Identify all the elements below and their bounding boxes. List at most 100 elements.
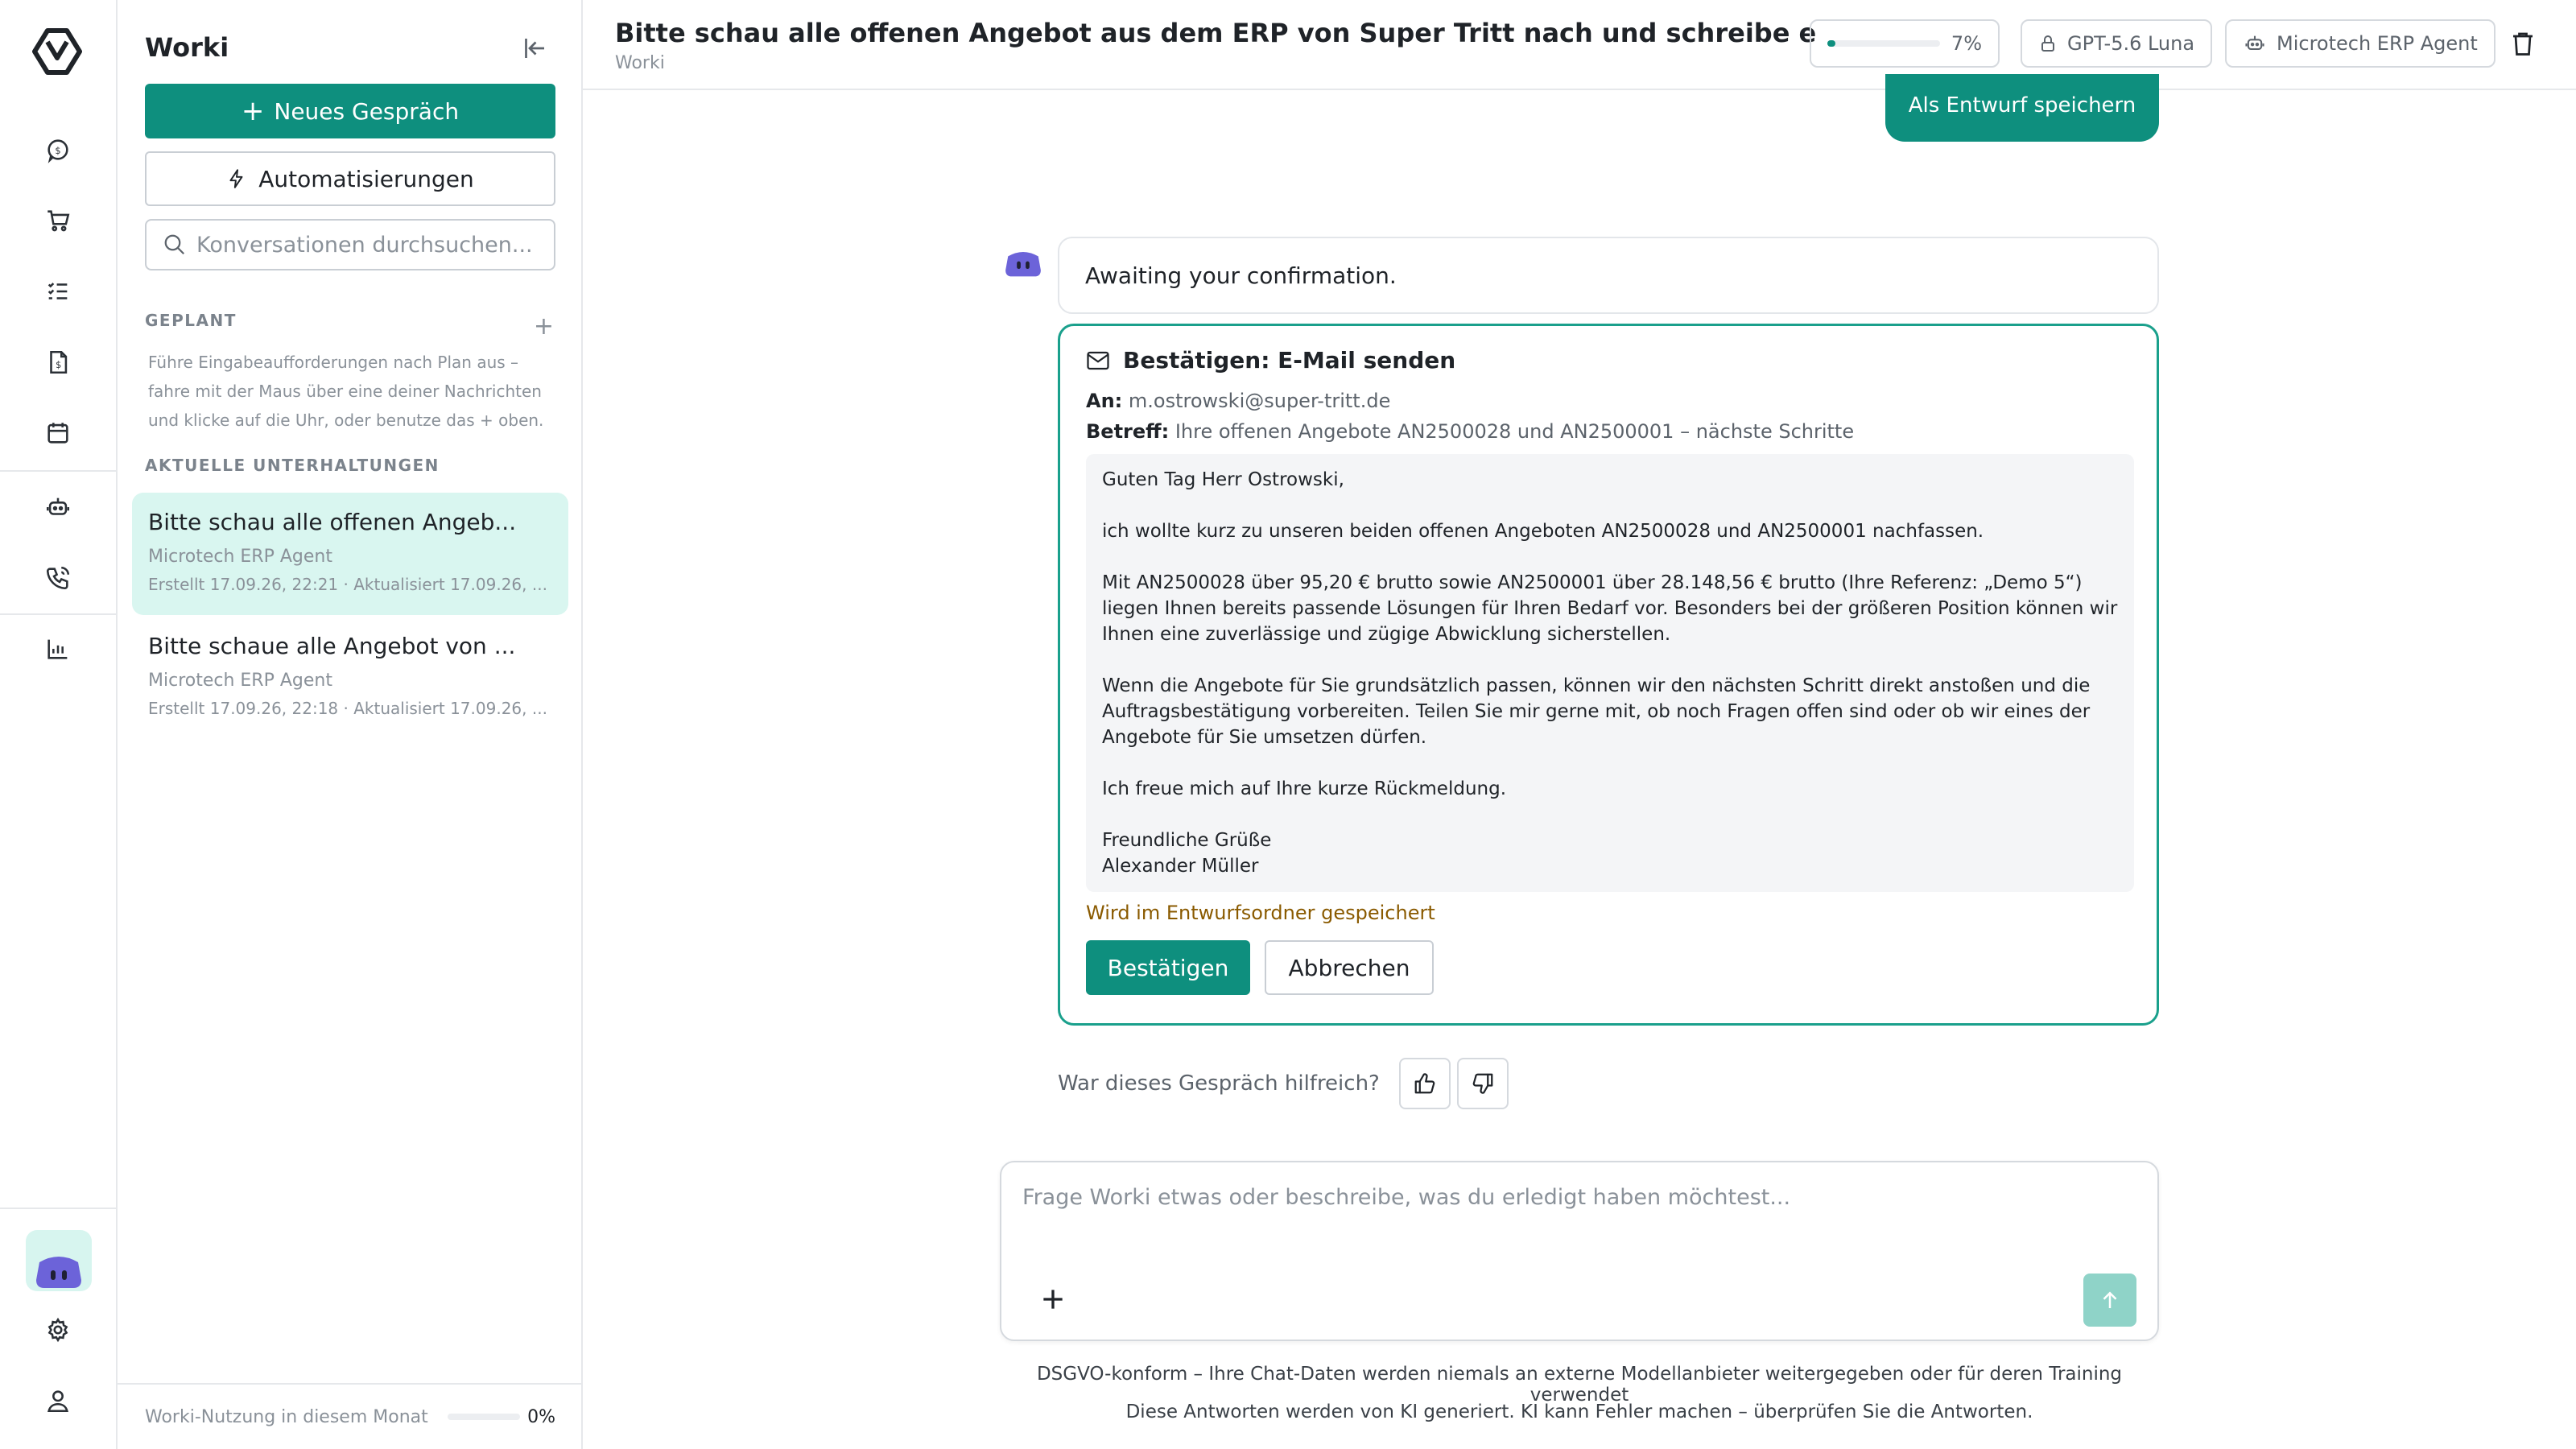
arrow-up-icon <box>2103 1291 2117 1308</box>
conversation-meta: Erstellt 17.09.26, 22:18 · Aktualisiert … <box>148 699 547 718</box>
model-name: GPT-5.6 Luna <box>2067 32 2195 55</box>
cancel-button[interactable]: Abbrechen <box>1265 940 1434 995</box>
analytics-chart-icon[interactable] <box>42 633 74 665</box>
chat-main: Bitte schau alle offenen Angebot aus dem… <box>583 0 2576 1449</box>
monthly-usage: Worki-Nutzung in diesem Monat 0% <box>118 1383 583 1449</box>
agent-robot-icon <box>2245 35 2264 51</box>
feedback-buttons <box>1398 1058 1509 1109</box>
thumbs-down-icon <box>1472 1073 1493 1094</box>
svg-text:$: $ <box>55 145 60 156</box>
delete-conversation-icon[interactable] <box>2508 29 2537 58</box>
conversation-search[interactable] <box>145 219 555 270</box>
recipient-value: m.ostrowski@super-tritt.de <box>1128 390 1391 412</box>
email-closing: Freundliche Grüße <box>1102 830 1272 851</box>
app-window: $ $ Worki + Neues Gespräch Automatisieru… <box>0 0 2576 1449</box>
message-composer <box>1000 1161 2159 1341</box>
privacy-disclaimer: DSGVO-konform – Ihre Chat-Daten werden n… <box>1036 1364 2123 1406</box>
context-usage-bar <box>1827 40 1940 47</box>
settings-gear-icon[interactable] <box>42 1314 74 1346</box>
feedback-row: War dieses Gespräch hilfreich? <box>1058 1058 1509 1109</box>
confirm-button[interactable]: Bestätigen <box>1086 940 1250 995</box>
message-input[interactable] <box>1022 1185 2133 1249</box>
thumbs-up-icon <box>1414 1073 1435 1094</box>
context-usage-indicator[interactable]: 7% <box>1810 19 2000 68</box>
monthly-usage-label: Worki-Nutzung in diesem Monat <box>145 1406 428 1427</box>
conversation-title: Bitte schau alle offenen Angeb... <box>148 509 517 535</box>
worki-logo-icon[interactable] <box>30 26 85 77</box>
calendar-icon[interactable] <box>42 417 74 449</box>
plus-icon: + <box>241 95 265 127</box>
task-list-icon[interactable] <box>42 275 74 308</box>
conversation-sidebar: Worki + Neues Gespräch Automatisierungen… <box>118 0 583 1449</box>
ai-disclaimer: Diese Antworten werden von KI generiert.… <box>1125 1402 2033 1422</box>
draft-folder-note: Wird im Entwurfsordner gespeichert <box>1086 902 1435 924</box>
user-profile-icon[interactable] <box>42 1385 74 1417</box>
monthly-usage-percent: 0% <box>527 1406 555 1427</box>
worki-bot-avatar[interactable] <box>26 1230 92 1291</box>
chat-subtitle: Worki <box>615 53 665 73</box>
email-paragraph: Mit AN2500028 über 95,20 € brutto sowie … <box>1102 572 2118 645</box>
confirmation-title: Bestätigen: E-Mail senden <box>1123 347 1456 374</box>
invoice-icon[interactable]: $ <box>42 346 74 378</box>
send-button[interactable] <box>2083 1274 2136 1327</box>
icon-rail: $ $ <box>0 0 118 1449</box>
email-paragraph: Ich freue mich auf Ihre kurze Rückmeldun… <box>1102 778 1507 799</box>
bot-face-icon <box>36 1257 81 1288</box>
add-scheduled-button[interactable]: + <box>534 312 554 341</box>
conversation-title: Bitte schaue alle Angebot von ... <box>148 633 516 659</box>
context-usage-fill <box>1827 40 1835 47</box>
email-body: Guten Tag Herr Ostrowski, ich wollte kur… <box>1086 454 2134 892</box>
chat-title: Bitte schau alle offenen Angebot aus dem… <box>615 18 1817 48</box>
conversation-agent: Microtech ERP Agent <box>148 671 332 691</box>
cart-icon[interactable] <box>42 204 74 237</box>
email-confirmation-card: Bestätigen: E-Mail senden An: m.ostrowsk… <box>1058 324 2159 1026</box>
assistant-bot-avatar-icon <box>1005 251 1041 277</box>
thumbs-down-button[interactable] <box>1456 1058 1509 1109</box>
conversation-item[interactable]: Bitte schaue alle Angebot von ... Microt… <box>132 617 568 739</box>
search-icon <box>164 234 185 255</box>
context-usage-percent: 7% <box>1951 32 1982 55</box>
email-signature: Alexander Müller <box>1102 856 1259 877</box>
new-conversation-button[interactable]: + Neues Gespräch <box>145 84 555 138</box>
confirmation-actions: Bestätigen Abbrechen <box>1086 940 2131 995</box>
scheduled-description: Führe Eingabeaufforderungen nach Plan au… <box>148 353 544 430</box>
lock-icon <box>2041 35 2054 52</box>
subject-row: Betreff: Ihre offenen Angebote AN2500028… <box>1086 420 2131 443</box>
recipient-label: An: <box>1086 390 1123 412</box>
email-paragraph: ich wollte kurz zu unseren beiden offene… <box>1102 521 1984 542</box>
agent-selector[interactable]: Microtech ERP Agent <box>2225 19 2496 68</box>
feedback-question: War dieses Gespräch hilfreich? <box>1058 1071 1380 1096</box>
new-conversation-label: Neues Gespräch <box>274 97 460 125</box>
conversation-meta: Erstellt 17.09.26, 22:21 · Aktualisiert … <box>148 575 547 594</box>
model-selector[interactable]: GPT-5.6 Luna <box>2021 19 2213 68</box>
agent-robot-icon[interactable] <box>42 491 74 523</box>
mail-icon <box>1087 351 1109 369</box>
scheduled-section-label: GEPLANT <box>145 311 237 330</box>
save-as-draft-button[interactable]: Als Entwurf speichern <box>1885 74 2159 142</box>
monthly-usage-bar <box>447 1414 520 1420</box>
rail-divider <box>0 470 118 472</box>
email-greeting: Guten Tag Herr Ostrowski, <box>1102 469 1344 490</box>
chat-header: Bitte schau alle offenen Angebot aus dem… <box>583 0 2576 90</box>
email-paragraph: Wenn die Angebote für Sie grundsätzlich … <box>1102 675 2091 748</box>
attach-plus-icon[interactable] <box>1037 1283 1069 1315</box>
subject-value: Ihre offenen Angebote AN2500028 und AN25… <box>1174 420 1855 443</box>
conversation-agent: Microtech ERP Agent <box>148 547 332 567</box>
recent-section-label: AKTUELLE UNTERHALTUNGEN <box>145 456 440 475</box>
lightning-icon <box>229 169 243 188</box>
chat-icon[interactable]: $ <box>42 134 74 166</box>
phone-call-icon[interactable] <box>42 562 74 594</box>
conversation-item-active[interactable]: Bitte schau alle offenen Angeb... Microt… <box>132 493 568 615</box>
confirmation-header: Bestätigen: E-Mail senden <box>1086 347 2131 374</box>
agent-name: Microtech ERP Agent <box>2277 32 2478 55</box>
svg-text:$: $ <box>56 359 61 370</box>
collapse-sidebar-icon[interactable] <box>520 34 549 63</box>
conversation-search-input[interactable] <box>196 232 551 258</box>
thumbs-up-button[interactable] <box>1398 1058 1451 1109</box>
sidebar-title: Worki <box>145 32 229 63</box>
rail-divider <box>0 1208 118 1209</box>
assistant-message: Awaiting your confirmation. <box>1058 237 2159 314</box>
automations-button[interactable]: Automatisierungen <box>145 151 555 206</box>
rail-divider <box>0 613 118 615</box>
subject-label: Betreff: <box>1086 420 1170 443</box>
